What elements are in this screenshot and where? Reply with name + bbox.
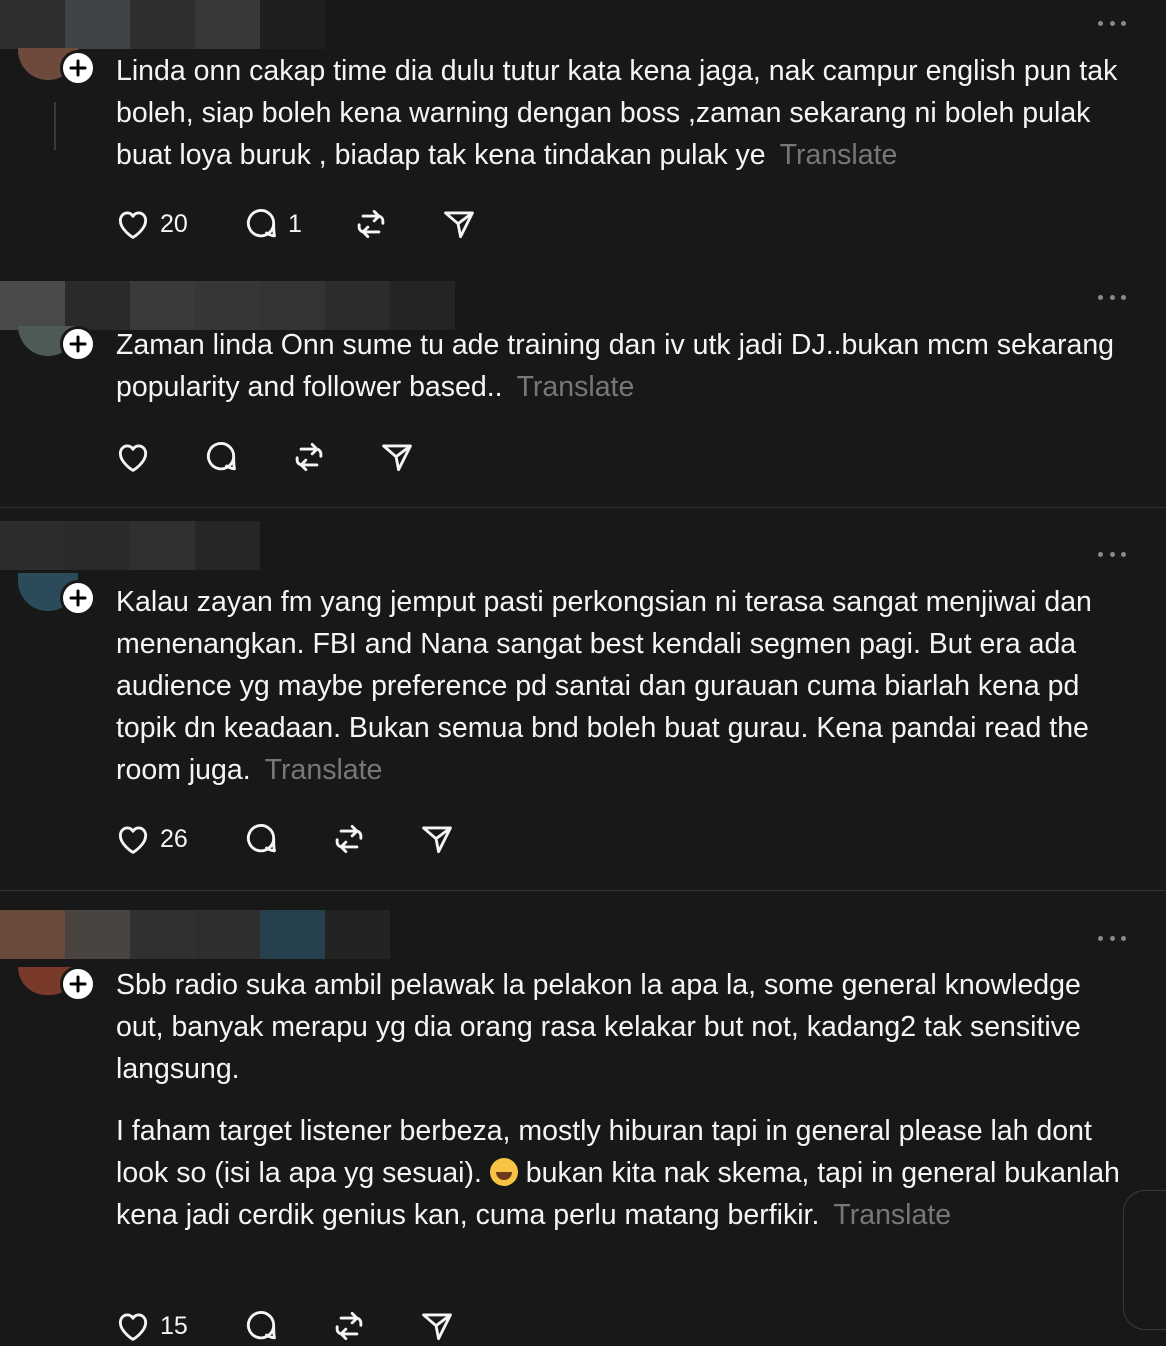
translate-link[interactable]: Translate — [780, 139, 898, 171]
follow-plus-icon[interactable] — [60, 50, 96, 86]
post-text: Sbb radio suka ambil pelawak la pelakon … — [116, 964, 1136, 1236]
post-text-paragraph: Linda onn cakap time dia dulu tutur kata… — [116, 55, 1118, 171]
follow-plus-icon[interactable] — [60, 326, 96, 362]
post-text-paragraph: Kalau zayan fm yang jemput pasti perkong… — [116, 586, 1092, 786]
more-options-icon[interactable] — [1098, 549, 1126, 559]
more-options-icon[interactable] — [1098, 292, 1126, 302]
repost-icon — [330, 820, 368, 858]
repost-button[interactable] — [352, 205, 440, 243]
thread-post: Sbb radio suka ambil pelawak la pelakon … — [0, 910, 1166, 1341]
thread-post: Kalau zayan fm yang jemput pasti perkong… — [0, 521, 1166, 889]
share-button[interactable] — [378, 438, 416, 476]
scroll-handle[interactable] — [1123, 1190, 1166, 1330]
paper-plane-icon — [418, 1307, 456, 1345]
speech-bubble-icon — [242, 1307, 280, 1345]
heart-icon — [114, 438, 152, 476]
paper-plane-icon — [418, 820, 456, 858]
like-button[interactable]: 15 — [114, 1307, 242, 1345]
speech-bubble-icon — [242, 820, 280, 858]
like-count: 20 — [160, 209, 188, 238]
thread-post: Zaman linda Onn sume tu ade training dan… — [0, 281, 1166, 507]
blurred-username — [0, 910, 390, 959]
repost-icon — [330, 1307, 368, 1345]
more-options-icon[interactable] — [1098, 18, 1126, 28]
follow-plus-icon[interactable] — [60, 966, 96, 1002]
share-button[interactable] — [418, 1307, 456, 1345]
repost-button[interactable] — [330, 820, 418, 858]
translate-link[interactable]: Translate — [265, 754, 383, 786]
thread-post: Linda onn cakap time dia dulu tutur kata… — [0, 0, 1166, 270]
heart-icon — [114, 205, 152, 243]
heart-icon — [114, 820, 152, 858]
reply-count: 1 — [288, 209, 302, 238]
like-count: 26 — [160, 824, 188, 853]
post-text: Linda onn cakap time dia dulu tutur kata… — [116, 50, 1136, 176]
thread-line — [54, 102, 56, 150]
like-button[interactable]: 20 — [114, 205, 242, 243]
blurred-username — [0, 521, 260, 570]
post-divider — [0, 890, 1166, 891]
more-options-icon[interactable] — [1098, 933, 1126, 943]
repost-button[interactable] — [330, 1307, 418, 1345]
reply-button[interactable] — [202, 438, 290, 476]
translate-link[interactable]: Translate — [517, 371, 635, 403]
translate-link[interactable]: Translate — [833, 1199, 951, 1231]
blurred-username — [0, 281, 455, 330]
reply-button[interactable] — [242, 1307, 330, 1345]
heart-icon — [114, 1307, 152, 1345]
post-divider — [0, 507, 1166, 508]
repost-icon — [290, 438, 328, 476]
like-button[interactable]: 26 — [114, 820, 242, 858]
like-count: 15 — [160, 1311, 188, 1340]
repost-icon — [352, 205, 390, 243]
action-bar: 26 — [114, 819, 456, 859]
action-bar: 15 — [114, 1306, 456, 1346]
paper-plane-icon — [378, 438, 416, 476]
action-bar — [114, 437, 416, 477]
follow-plus-icon[interactable] — [60, 580, 96, 616]
laughing-tears-emoji — [489, 1158, 518, 1186]
blurred-username — [0, 0, 325, 49]
reply-button[interactable] — [242, 820, 330, 858]
share-button[interactable] — [418, 820, 456, 858]
action-bar: 20 1 — [114, 204, 478, 244]
reply-button[interactable]: 1 — [242, 205, 352, 243]
post-text: Kalau zayan fm yang jemput pasti perkong… — [116, 581, 1136, 791]
paper-plane-icon — [440, 205, 478, 243]
post-text-paragraph: Sbb radio suka ambil pelawak la pelakon … — [116, 969, 1081, 1085]
post-text: Zaman linda Onn sume tu ade training dan… — [116, 324, 1136, 408]
speech-bubble-icon — [242, 205, 280, 243]
repost-button[interactable] — [290, 438, 378, 476]
share-button[interactable] — [440, 205, 478, 243]
like-button[interactable] — [114, 438, 202, 476]
speech-bubble-icon — [202, 438, 240, 476]
